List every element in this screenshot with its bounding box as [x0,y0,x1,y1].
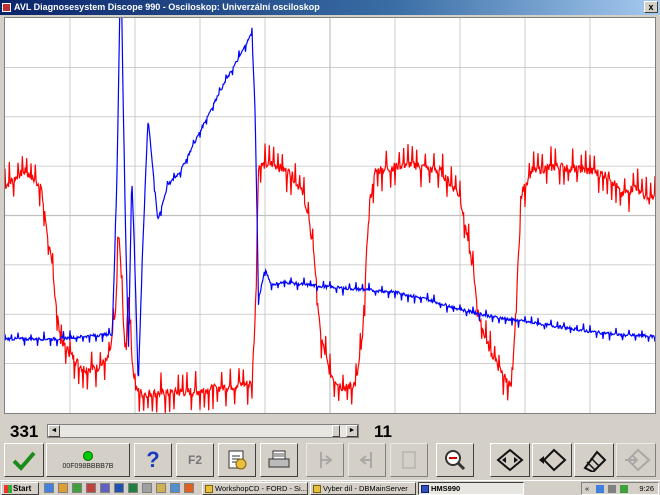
scroll-left-button[interactable]: ◄ [48,425,60,437]
task-window-icon [205,485,213,493]
windows-logo-icon [4,485,12,493]
task-window-icon [421,485,429,493]
trigger-right-icon [539,448,567,472]
next-cursor-button[interactable] [348,443,386,477]
windows-taskbar: Start WorkshopCD - FORD - Si... Vyber dí… [0,480,660,495]
task-hms990[interactable]: HMS990 [418,482,524,495]
trigger-slope-button[interactable] [574,443,614,477]
cursor-right-icon [359,452,372,468]
cursor-left-value: 331 [10,422,39,441]
close-button[interactable]: x [644,1,658,13]
printer-icon [268,450,290,468]
help-button[interactable]: ? [134,443,172,477]
quicklaunch-folder-icon[interactable] [156,483,166,493]
tray-expand-icon[interactable]: « [585,483,589,494]
scope-canvas [5,18,655,413]
trigger-next-icon [625,448,651,472]
f2-label: F2 [187,453,202,467]
trigger-slope-icon [583,450,607,472]
status-indicator: 00F098BBBB7B [46,443,130,477]
page-icon [402,451,416,469]
tray-volume-icon[interactable] [608,485,616,493]
status-led-icon [83,451,93,461]
app-icon [2,3,11,12]
status-code: 00F098BBBB7B [62,463,114,470]
oscilloscope-window: AVL Diagnosesystem Discope 990 - Oscilos… [0,0,660,495]
quicklaunch-explorer-icon[interactable] [58,483,68,493]
quicklaunch-app-icon[interactable] [72,483,82,493]
quicklaunch-extra-icon[interactable] [184,483,194,493]
quicklaunch-word-icon[interactable] [114,483,124,493]
document-settings-icon [228,450,247,470]
trigger-next-button[interactable] [616,443,656,477]
scroll-thumb[interactable] [332,425,340,437]
quicklaunch-tool-icon[interactable] [100,483,110,493]
zoom-out-icon [445,450,466,471]
task-workshopcd[interactable]: WorkshopCD - FORD - Si... [202,482,308,495]
status-row: 331 ◄ ► 11 [0,418,660,441]
f2-button[interactable]: F2 [176,443,214,477]
cursor-right-value: 11 [374,422,392,441]
task-dbmainserver[interactable]: Vyber díl - DBMainServer [310,482,416,495]
scroll-right-button[interactable]: ► [346,425,358,437]
quicklaunch-misc-icon[interactable] [142,483,152,493]
time-scrollbar[interactable]: ◄ ► [47,424,359,438]
start-label: Start [13,484,32,493]
blank-page-button[interactable] [390,443,428,477]
tray-network-icon[interactable] [596,485,604,493]
task-label: WorkshopCD - FORD - Si... [215,484,307,493]
quicklaunch-media-icon[interactable] [86,483,96,493]
oscilloscope-plot [4,17,656,414]
task-label: HMS990 [431,484,461,493]
title-bar: AVL Diagnosesystem Discope 990 - Oscilos… [0,0,660,15]
quicklaunch-net-icon[interactable] [170,483,180,493]
cursor-left-icon [320,452,333,468]
prev-cursor-button[interactable] [306,443,344,477]
help-icon: ? [146,447,160,472]
task-window-icon [313,485,321,493]
trigger-both-icon [496,448,524,472]
task-label: Vyber díl - DBMainServer [323,484,408,493]
checkmark-icon [12,451,36,471]
quicklaunch-ie-icon[interactable] [44,483,54,493]
taskbar-clock: 9:26 [639,484,654,493]
print-button[interactable] [260,443,298,477]
start-button[interactable]: Start [1,482,39,495]
tray-app-icon[interactable] [620,485,628,493]
system-tray: « 9:26 [581,482,659,495]
quicklaunch-excel-icon[interactable] [128,483,138,493]
toolbar: 00F098BBBB7B ? F2 [0,441,660,479]
window-title: AVL Diagnosesystem Discope 990 - Oscilos… [14,2,320,12]
trigger-right-button[interactable] [532,443,572,477]
settings-button[interactable] [218,443,256,477]
trigger-both-button[interactable] [490,443,530,477]
zoom-out-button[interactable] [436,443,474,477]
ok-button[interactable] [4,443,44,477]
